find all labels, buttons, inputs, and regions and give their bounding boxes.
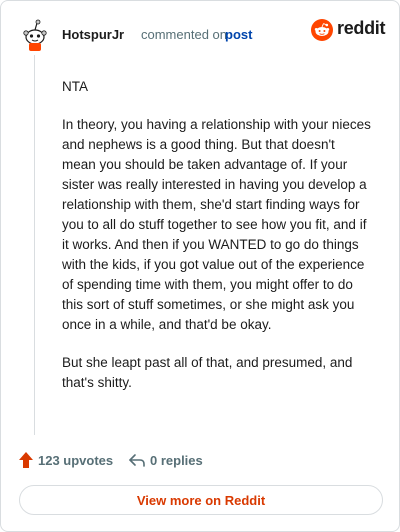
user-avatar[interactable] (17, 15, 53, 51)
comment-paragraph: NTA (62, 79, 88, 94)
reply-count: 0 replies (150, 452, 203, 468)
comment-header: HotspurJr commented on post reddit (17, 15, 387, 55)
upvote-count: 123 upvotes (38, 452, 114, 468)
comment-paragraph: But she leapt past all of that, and pres… (62, 355, 353, 390)
reply-arrow-icon (129, 454, 145, 467)
comment-body: NTA In theory, you having a relationship… (62, 77, 372, 411)
commented-on-text: commented on (141, 27, 227, 42)
replies-button[interactable]: 0 replies (128, 450, 203, 470)
post-link[interactable]: post (225, 27, 252, 42)
username[interactable]: HotspurJr (62, 27, 124, 42)
reddit-wordmark: reddit (337, 18, 386, 38)
comment-actions: 123 upvotes 0 replies (18, 450, 378, 470)
comment-paragraph: In theory, you having a relationship wit… (62, 117, 371, 332)
reddit-brand[interactable]: reddit (311, 17, 387, 43)
upvote-button[interactable]: 123 upvotes (18, 450, 113, 470)
thread-line (34, 55, 35, 435)
embedded-comment-card: HotspurJr commented on post reddit NTA I… (0, 0, 400, 532)
view-more-button[interactable]: View more on Reddit (19, 485, 383, 515)
upvote-arrow-icon (19, 452, 33, 468)
reddit-logo-icon (311, 19, 333, 41)
